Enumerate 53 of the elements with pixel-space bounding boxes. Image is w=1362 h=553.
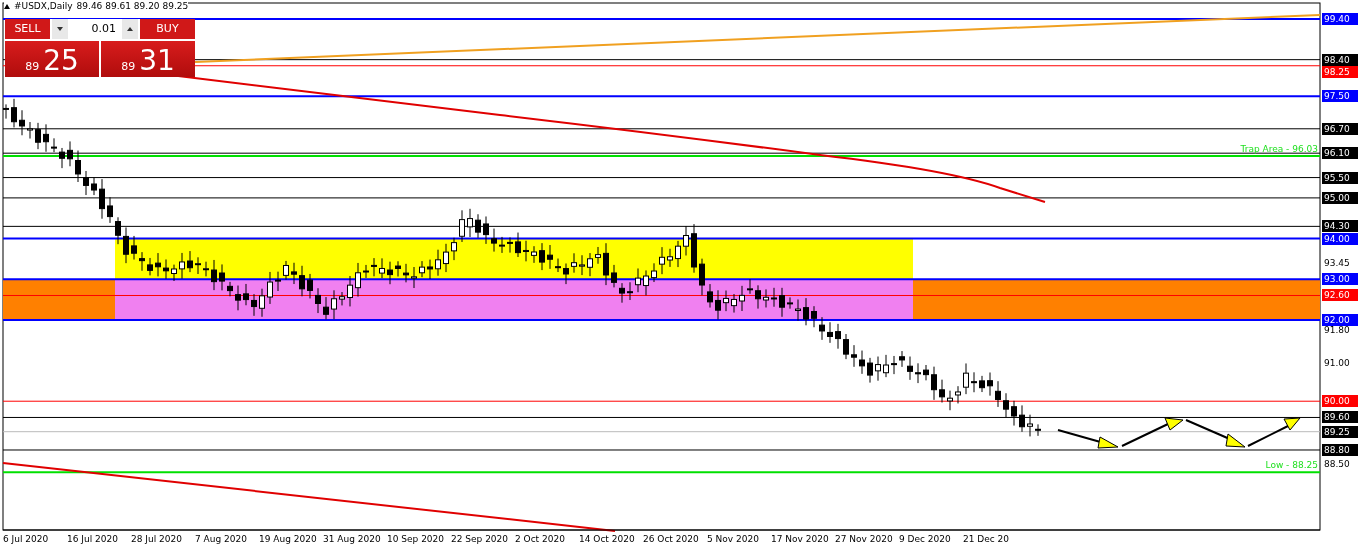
level-label: Trap Area - 96.03 (1240, 145, 1318, 154)
price-prefix: 89 (121, 61, 136, 72)
sell-price[interactable]: 89 25 (5, 41, 99, 77)
price-tag: 97.50 (1322, 90, 1358, 103)
price-tag: 96.70 (1322, 122, 1358, 135)
level-label: Low - 88.25 (1265, 461, 1318, 471)
price-tag: 88.80 (1322, 444, 1358, 456)
price-tag: 92.60 (1322, 289, 1358, 302)
date-label: 19 Aug 2020 (258, 535, 318, 544)
down-caret-icon (57, 27, 63, 31)
buy-price[interactable]: 89 31 (101, 41, 195, 77)
price-tag: 99.40 (1322, 13, 1358, 25)
date-label: 7 Aug 2020 (194, 535, 248, 544)
buy-button[interactable]: BUY (140, 19, 195, 39)
date-label: 26 Oct 2020 (642, 535, 700, 544)
decrease-button[interactable] (52, 19, 68, 39)
date-label: 9 Dec 2020 (898, 535, 952, 544)
date-label: 27 Nov 2020 (834, 535, 894, 544)
price-tag: 94.00 (1322, 232, 1358, 245)
date-label: 6 Jul 2020 (2, 535, 50, 544)
symbol-label: #USDX,Daily (14, 2, 73, 11)
date-label: 17 Nov 2020 (770, 535, 830, 544)
sell-button[interactable]: SELL (5, 19, 50, 39)
price-tick: 91.00 (1324, 358, 1350, 368)
price-tag: 98.40 (1322, 53, 1358, 66)
increase-button[interactable] (122, 19, 138, 39)
price-pips: 25 (43, 47, 79, 75)
collapse-icon[interactable] (4, 4, 10, 9)
price-tag: 89.25 (1322, 425, 1358, 438)
date-label: 22 Sep 2020 (450, 535, 510, 544)
price-tag: 95.00 (1322, 191, 1358, 204)
price-prefix: 89 (25, 61, 40, 72)
date-label: 31 Aug 2020 (322, 535, 382, 544)
date-label: 5 Nov 2020 (706, 535, 760, 544)
price-tag: 94.30 (1322, 220, 1358, 233)
price-pips: 31 (139, 47, 175, 75)
date-label: 21 Dec 20 (962, 535, 1011, 544)
date-label: 14 Oct 2020 (578, 535, 636, 544)
date-label: 2 Oct 2020 (514, 535, 566, 544)
ohlc-values: 89.46 89.61 89.20 89.25 (76, 2, 189, 11)
price-tag: 95.50 (1322, 171, 1358, 184)
price-tick: 93.45 (1324, 258, 1350, 268)
up-caret-icon (127, 27, 133, 31)
date-label: 10 Sep 2020 (386, 535, 446, 544)
date-label: 16 Jul 2020 (66, 535, 119, 544)
price-tag: 93.00 (1322, 273, 1358, 286)
date-label: 28 Jul 2020 (130, 535, 183, 544)
price-tick: 91.80 (1324, 326, 1350, 335)
price-tick: 88.50 (1324, 460, 1350, 470)
price-tag: 92.00 (1322, 313, 1358, 326)
price-tag: 89.60 (1322, 411, 1358, 424)
price-tag: 96.10 (1322, 147, 1358, 160)
price-tag: 90.00 (1322, 395, 1358, 408)
